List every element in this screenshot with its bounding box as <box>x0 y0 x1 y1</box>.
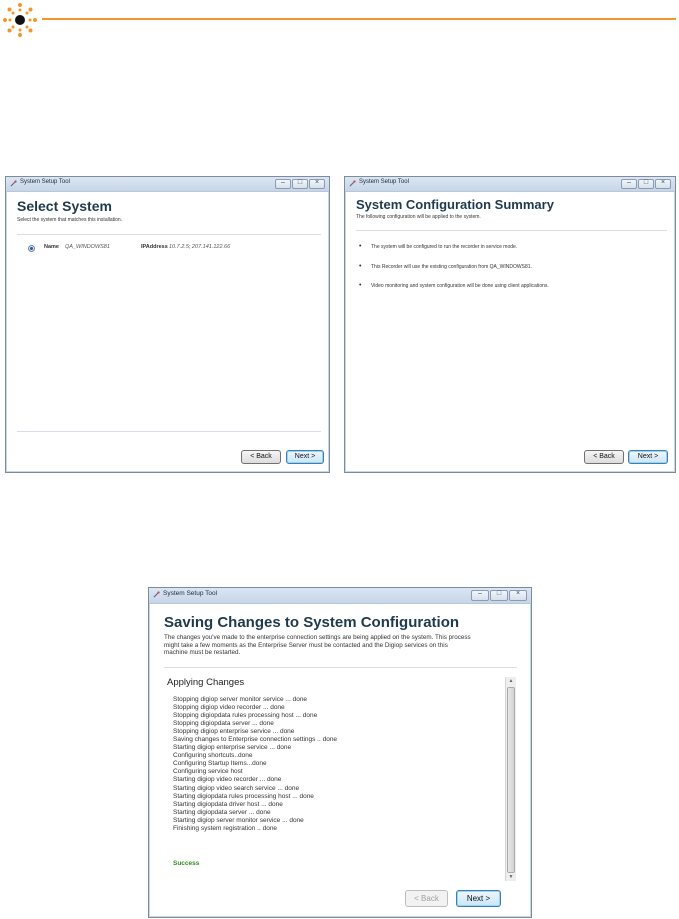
description-line: machine must be restarted. <box>164 649 241 656</box>
description-line: The changes you've made to the enterpris… <box>164 634 471 641</box>
setup-tool-icon <box>349 180 356 187</box>
system-radio[interactable] <box>28 245 35 252</box>
back-button[interactable]: < Back <box>584 450 624 464</box>
header-divider <box>17 234 321 235</box>
log-line: Configuring service host <box>173 768 243 776</box>
vertical-scrollbar[interactable]: ▲ ▼ <box>505 677 516 881</box>
log-line: Starting digiop video recorder ... done <box>173 776 282 784</box>
back-button[interactable]: < Back <box>405 890 448 907</box>
log-line: Finishing system registration .. done <box>173 824 278 832</box>
maximize-icon: □ <box>297 179 303 186</box>
log-line: Starting digiopdata driver host ... done <box>173 800 283 808</box>
setup-tool-icon <box>153 591 160 598</box>
page-title: Saving Changes to System Configuration <box>164 614 460 631</box>
ip-value: 10.7.2.5; 207.141.122.66 <box>169 244 231 250</box>
log-line: Starting digiopdata rules processing hos… <box>173 792 314 800</box>
maximize-button[interactable]: □ <box>490 590 508 601</box>
close-icon: × <box>660 179 666 186</box>
title-bar: System Setup Tool – □ × <box>345 177 675 192</box>
summary-bullet: This Recorder will use the existing conf… <box>359 263 532 270</box>
log-line: Stopping digiop server monitor service .… <box>173 696 308 703</box>
title-bar: System Setup Tool – □ × <box>6 177 329 192</box>
summary-bullet: Video monitoring and system configuratio… <box>359 282 549 289</box>
page-title: System Configuration Summary <box>356 197 554 212</box>
next-button[interactable]: Next > <box>286 450 324 464</box>
title-bar: System Setup Tool – □ × <box>149 588 531 604</box>
header-divider <box>356 230 667 231</box>
orange-dotted-sun-icon <box>3 3 37 37</box>
name-label: Name <box>44 244 59 250</box>
page-subtitle: The following configuration will be appl… <box>356 214 481 220</box>
close-icon: × <box>314 179 320 186</box>
progress-log: Stopping digiop server monitor service .… <box>173 696 337 833</box>
scroll-up-icon[interactable]: ▲ <box>506 677 516 685</box>
page-subtitle: Select the system that matches this inst… <box>17 217 123 223</box>
scroll-thumb[interactable] <box>507 687 515 873</box>
page-description: The changes you've made to the enterpris… <box>164 634 471 657</box>
section-title: Applying Changes <box>167 677 245 688</box>
next-button[interactable]: Next > <box>456 890 501 907</box>
saving-changes-window: System Setup Tool – □ × Saving Changes t… <box>148 587 532 918</box>
system-option-row[interactable]: Name QA_WINDOWS81 IPAddress 10.7.2.5; 20… <box>28 243 308 253</box>
setup-tool-icon <box>10 180 17 187</box>
next-button[interactable]: Next > <box>628 450 668 464</box>
log-line: Stopping digiopdata rules processing hos… <box>173 712 318 720</box>
minimize-button[interactable]: – <box>621 179 637 189</box>
log-line: Starting digiop server monitor service .… <box>173 816 304 824</box>
log-line: Stopping digiopdata server ... done <box>173 720 274 728</box>
window-title: System Setup Tool <box>163 590 218 597</box>
minimize-icon: – <box>627 179 631 186</box>
log-line: Saving changes to Enterprise connection … <box>173 736 338 744</box>
minimize-button[interactable]: – <box>471 590 489 601</box>
maximize-icon: □ <box>643 179 649 186</box>
close-button[interactable]: × <box>509 590 527 601</box>
log-line: Stopping digiop video recorder ... done <box>173 704 285 712</box>
header-rule <box>42 18 676 20</box>
maximize-button[interactable]: □ <box>292 179 308 189</box>
maximize-icon: □ <box>496 590 502 597</box>
minimize-icon: – <box>281 179 285 186</box>
close-icon: × <box>515 590 521 597</box>
minimize-button[interactable]: – <box>275 179 291 189</box>
back-button[interactable]: < Back <box>241 450 281 464</box>
description-line: might take a few moments as the Enterpri… <box>164 641 448 649</box>
window-title: System Setup Tool <box>359 179 409 185</box>
log-line: Starting digiop enterprise service ... d… <box>173 744 292 752</box>
close-button[interactable]: × <box>655 179 671 189</box>
log-line: Configuring shortcuts..done <box>173 752 253 760</box>
name-value: QA_WINDOWS81 <box>65 244 110 250</box>
log-line: Starting digiop video search service ...… <box>173 784 300 792</box>
maximize-button[interactable]: □ <box>638 179 654 189</box>
status-text: Success <box>173 860 200 867</box>
page-title: Select System <box>17 198 112 214</box>
summary-window: System Setup Tool – □ × System Configura… <box>344 176 676 473</box>
log-line: Configuring Startup Items...done <box>173 760 267 768</box>
minimize-icon: – <box>478 590 482 597</box>
close-button[interactable]: × <box>309 179 325 189</box>
select-system-window: System Setup Tool – □ × Select System Se… <box>5 176 330 473</box>
log-line: Starting digiopdata server ... done <box>173 808 271 816</box>
ip-label: IPAddress <box>141 244 168 250</box>
log-line: Stopping digiop enterprise service ... d… <box>173 728 295 736</box>
summary-bullet: The system will be configured to run the… <box>359 243 517 250</box>
footer-divider <box>17 431 321 432</box>
window-title: System Setup Tool <box>20 179 70 185</box>
applying-changes-panel: Applying Changes Stopping digiop server … <box>164 674 517 884</box>
scroll-down-icon[interactable]: ▼ <box>506 873 516 881</box>
header-divider <box>164 667 517 668</box>
